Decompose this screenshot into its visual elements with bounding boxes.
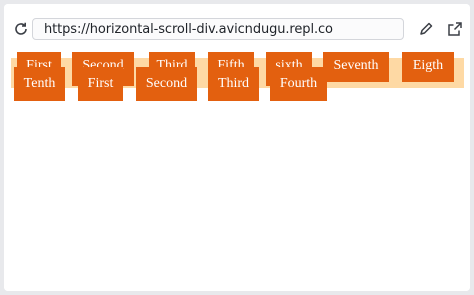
page-viewport: First Second Third Fifth sixth Seventh E…: [4, 52, 470, 291]
item-box: Third: [208, 67, 259, 101]
browser-toolbar: https://horizontal-scroll-div.avicndugu.…: [4, 4, 470, 52]
item-box: First: [78, 67, 123, 101]
item-box: Second: [136, 67, 197, 101]
item-box: Seventh: [323, 52, 389, 82]
browser-frame: https://horizontal-scroll-div.avicndugu.…: [4, 4, 470, 291]
address-bar[interactable]: https://horizontal-scroll-div.avicndugu.…: [32, 18, 404, 40]
url-text: https://horizontal-scroll-div.avicndugu.…: [44, 22, 333, 37]
item-box: Eigth: [402, 52, 454, 82]
item-box: Fourth: [270, 67, 327, 101]
open-in-new-tab-icon[interactable]: [444, 18, 466, 40]
edit-icon[interactable]: [415, 18, 437, 40]
item-box: Tenth: [14, 67, 65, 101]
reload-icon[interactable]: [10, 18, 32, 40]
